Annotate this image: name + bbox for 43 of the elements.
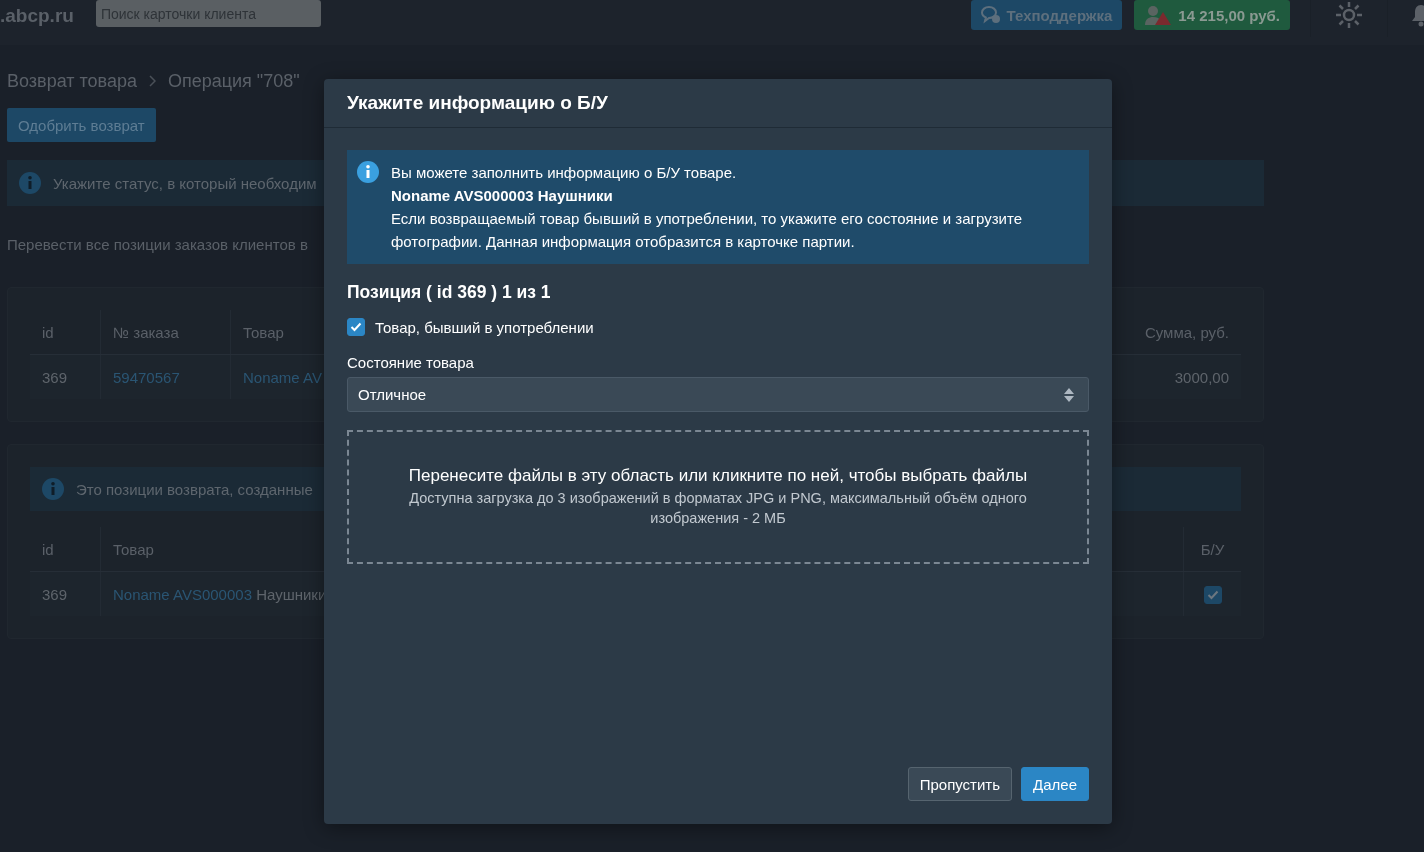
skip-button[interactable]: Пропустить [907,767,1013,801]
modal-title: Укажите информацию о Б/У [324,79,1112,128]
info-text: Если возвращаемый товар бывший в употреблении, то укажите его состояние и загрузите фотографии. Данная информация отобразится в карточке партии. [391,209,1023,252]
support-button[interactable]: Техподдержка [970,0,1123,30]
info-text: Вы можете заполнить информацию о Б/У товаре. [391,163,738,183]
field-label: Состояние товара [347,354,475,371]
breadcrumb-link[interactable]: Операция "708" [167,70,300,92]
product-link[interactable]: Noname AVS000003 [113,585,252,603]
product-name: Noname AVS000003 Наушники [391,186,614,206]
used-checkbox[interactable] [1203,585,1222,604]
checkbox-label: Товар, бывший в употреблении [375,318,594,336]
order-link[interactable]: 59470567 [113,368,180,386]
next-button[interactable]: Далее [1021,767,1089,801]
approve-return-button[interactable]: Одобрить возврат [7,108,156,142]
user-warning-icon [1144,5,1173,25]
breadcrumb-link[interactable]: Возврат товара [7,70,137,92]
column-header: № заказа [100,310,231,355]
dropzone-title: Перенесите файлы в эту область или кликните по ней, чтобы выбрать файлы [408,466,1028,486]
column-header: Б/У [1183,527,1241,572]
sort-arrows-icon [1064,387,1074,402]
product-name: Наушники [256,585,327,603]
info-icon [357,161,379,183]
used-checkbox[interactable] [347,318,365,336]
transfer-text: Перевести все позиции заказов клиентов в [7,236,308,253]
table-cell: 369 [30,571,101,616]
alert-text: Это позиции возврата, созданные [76,480,313,498]
site-logo[interactable]: .abcp.ru [0,4,74,27]
column-header: id [30,527,101,572]
position-heading: Позиция ( id 369 ) 1 из 1 [347,282,552,303]
check-icon [1206,589,1219,600]
column-header: id [30,310,101,355]
info-icon [19,172,41,194]
alert-text: Укажите статус, в который необходим [53,174,317,192]
file-dropzone[interactable]: Перенесите файлы в эту область или кликните по ней, чтобы выбрать файлы Доступна загрузка до 3 изображений в форматах JPG и PNG, максимальный объём одного изображения - 2 МБ [347,430,1089,564]
condition-select[interactable]: Отличное [347,377,1089,412]
sun-icon[interactable] [1335,0,1363,29]
product-link[interactable]: Noname AV [243,368,322,386]
dropzone-hint: Доступна загрузка до 3 изображений в форматах JPG и PNG, максимальный объём одного изображения - 2 МБ [408,489,1028,528]
info-icon [42,478,64,500]
balance-button[interactable]: 14 215,00 руб. [1134,0,1290,30]
chevron-icon [148,75,156,87]
table-cell: 369 [30,354,101,399]
chat-bubbles-icon [980,6,1001,24]
